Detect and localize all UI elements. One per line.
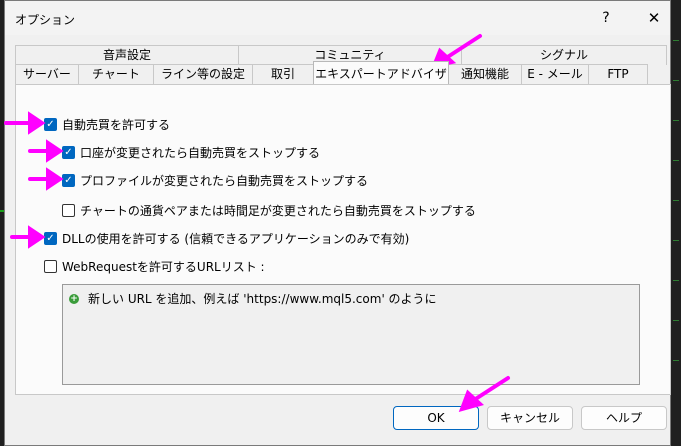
arrow-allow-dll	[10, 225, 46, 249]
arrow-auto-trading	[4, 111, 46, 135]
tab-expert-advisors[interactable]: エキスパートアドバイザ	[313, 61, 449, 84]
arrow-profile-change	[28, 167, 64, 191]
arrow-ok-button	[458, 376, 510, 412]
arrow-account-change	[28, 139, 64, 163]
